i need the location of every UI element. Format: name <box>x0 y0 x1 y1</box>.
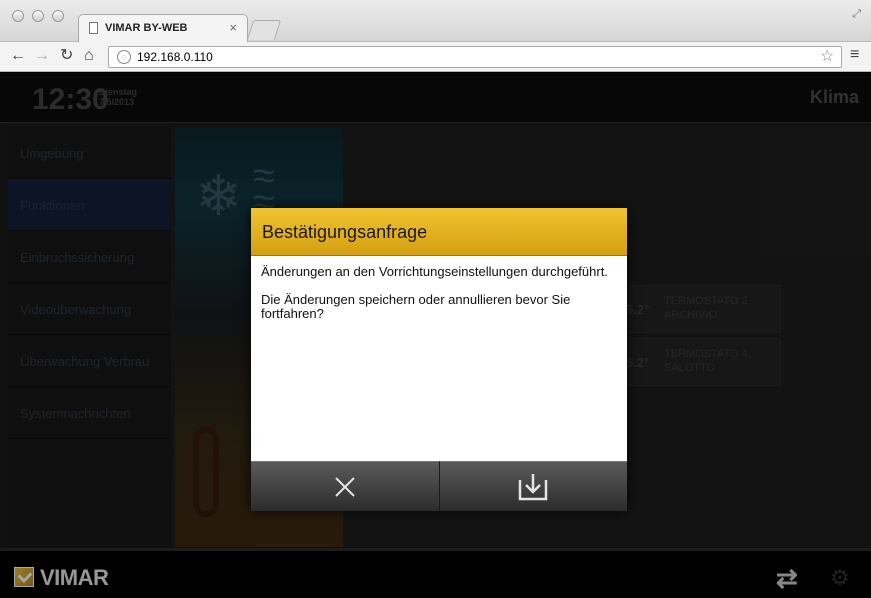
bookmark-star-icon[interactable]: ☆ <box>820 46 834 66</box>
address-bar[interactable]: ◌ 192.168.0.110 <box>108 46 842 68</box>
browser-toolbar: ← → ↻ ⌂ ◌ 192.168.0.110 ☆ ≡ <box>0 42 871 72</box>
back-arrow-icon[interactable]: ← <box>10 46 26 66</box>
url-text: 192.168.0.110 <box>137 50 213 64</box>
close-window-button[interactable] <box>12 10 24 22</box>
dialog-title: Bestätigungsanfrage <box>251 208 627 256</box>
minimize-window-button[interactable] <box>32 10 44 22</box>
browser-tab[interactable]: VIMAR BY-WEB × <box>78 14 248 42</box>
home-icon[interactable]: ⌂ <box>84 46 94 66</box>
cancel-button[interactable] <box>251 461 439 511</box>
save-button[interactable] <box>438 461 627 511</box>
page-icon <box>89 22 98 34</box>
browser-titlebar: VIMAR BY-WEB × ⤢ <box>0 0 871 42</box>
dialog-message-changes: Änderungen an den Vorrichtungseinstellun… <box>261 264 608 279</box>
reload-icon[interactable]: ↻ <box>60 46 73 66</box>
dialog-actions <box>251 461 627 511</box>
confirmation-dialog: Bestätigungsanfrage Änderungen an den Vo… <box>251 208 627 511</box>
globe-icon: ◌ <box>117 50 131 64</box>
dialog-message-question: Die Änderungen speichern oder annulliere… <box>261 292 571 321</box>
tab-title: VIMAR BY-WEB <box>105 22 188 34</box>
save-download-icon <box>519 473 548 500</box>
new-tab-button[interactable] <box>246 20 282 40</box>
forward-arrow-icon[interactable]: → <box>34 46 50 66</box>
fullscreen-icon[interactable]: ⤢ <box>852 8 861 21</box>
tab-close-icon[interactable]: × <box>229 20 237 35</box>
dialog-body: Änderungen an den Vorrichtungseinstellun… <box>251 256 627 461</box>
maximize-window-button[interactable] <box>52 10 64 22</box>
menu-icon[interactable]: ≡ <box>850 46 859 64</box>
close-icon <box>335 476 355 497</box>
